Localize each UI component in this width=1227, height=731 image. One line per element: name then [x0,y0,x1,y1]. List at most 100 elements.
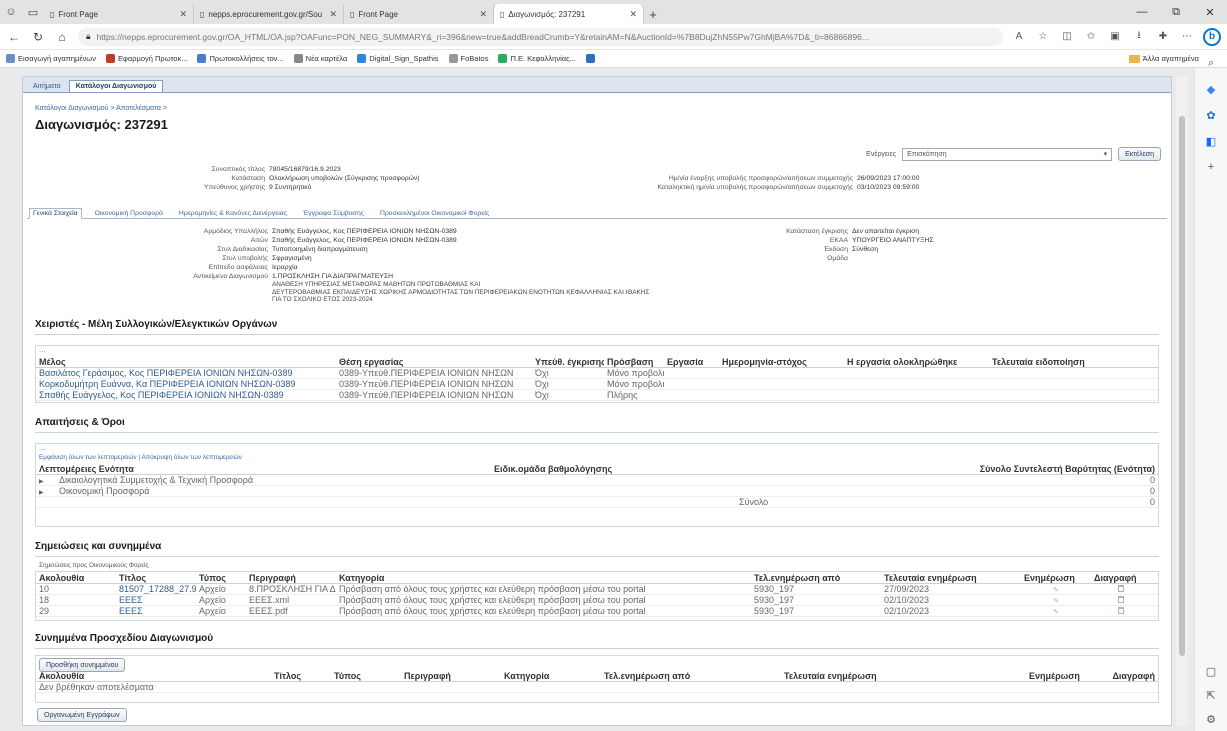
browser-profile-icon[interactable]: ☺ [0,0,22,24]
shopping-icon[interactable]: ◆ [1204,82,1218,96]
favorite-star-icon[interactable]: ☆ [1035,31,1051,42]
favorites-icon[interactable]: ✩ [1083,31,1099,42]
tender-description: ΑΝΑΘΕΣΗ ΥΠΗΡΕΣΙΑΣ ΜΕΤΑΦΟΡΑΣ ΜΑΘΗΤΩΝ ΠΡΩΤ… [272,281,650,303]
table-row-empty: Δεν βρέθηκαν αποτελέσματα [36,682,1158,693]
tab-catalogs[interactable]: Κατάλογοι Διαγωνισμού [68,80,164,92]
table-row: ▶ Δικαιολογητικά Συμμετοχής & Τεχνική Πρ… [36,475,1158,486]
actions-select[interactable]: Επισκόπηση ▾ [902,147,1113,161]
close-icon[interactable]: ✕ [629,9,637,20]
page-scrollbar[interactable] [1176,76,1188,726]
breadcrumb[interactable]: Κατάλογοι Διαγωνισμού > Αποτελέσματα > [35,105,167,112]
back-icon[interactable]: ← [6,30,22,44]
reorder-documents-button[interactable]: Οργανωμένη Εγγράφων [37,708,127,722]
close-icon[interactable]: ✕ [479,9,487,20]
close-icon[interactable]: ✕ [329,9,337,20]
trash-icon[interactable] [1118,607,1124,614]
tab-invited-suppliers[interactable]: Προσκεκλημένοι Οικονομικοί Φορείς [377,209,492,218]
favorite-item[interactable]: Εφαρμογή Πρωτοκ... [106,54,187,63]
browser-tab[interactable]: ▯ Front Page ✕ [344,4,494,24]
favorite-item[interactable]: FoBatos [448,54,488,63]
browser-tab[interactable]: ▯ nepps.eprocurement.gov.gr/Sou ✕ [194,4,344,24]
table-header: Μέλος Θέση εργασίας Υπεύθ. έγκρισης Πρόσ… [36,356,1158,368]
outlook-icon[interactable]: ◧ [1204,134,1218,148]
favorite-item[interactable]: Εισαγωγή αγαπημένων [6,54,96,63]
scrollbar-thumb[interactable] [1179,116,1185,656]
notes-table: Ακολουθία Τίτλος Τύπος Περιγραφή Κατηγορ… [35,571,1159,621]
edit-icon[interactable]: ✎ [1053,609,1059,616]
favorite-item[interactable]: Π.Ε. Κεφαλληνίας... [498,54,576,63]
section-divider [35,334,1159,335]
tab-contract-docs[interactable]: Έγγραφα Σύμβασης [300,209,367,218]
members-section-title: Χειριστές - Μέλη Συλλογικών/Ελεγκτικών Ο… [35,319,278,330]
more-options-icon[interactable]: ... [36,346,1158,356]
close-icon[interactable]: ✕ [179,9,187,20]
window-controls: — ⧉ ✕ [1125,0,1227,24]
other-favorites[interactable]: Άλλα αγαπημένα [1128,54,1199,63]
favorite-item[interactable]: Νέα καρτέλα [293,54,347,63]
more-icon[interactable]: ⋯ [1179,31,1195,42]
collections-icon[interactable]: ▣ [1107,31,1123,42]
browser-tab-active[interactable]: ▯ Διαγωνισμός: 237291 ✕ [494,4,644,24]
minimize-icon[interactable]: — [1125,0,1159,24]
home-icon[interactable]: ⌂ [54,30,70,44]
tab-label: Διαγωνισμός: 237291 [508,9,586,19]
app-tabs: Αιτήματα Κατάλογοι Διαγωνισμού [23,77,1171,93]
tab-dates-rules[interactable]: Ημερομηνίες & Κανόνες Διενέργειας [176,209,290,218]
attachments-section-title: Συνημμένα Προσχεδίου Διαγωνισμού [35,633,214,644]
edit-icon[interactable]: ✎ [1053,598,1059,605]
page-icon: ▯ [350,9,355,19]
app-icon [106,54,116,63]
folder-icon [1128,54,1140,63]
favorites-bar: Εισαγωγή αγαπημένων Εφαρμογή Πρωτοκ... Π… [0,50,1227,68]
tools-icon[interactable]: ✿ [1204,108,1218,122]
favorite-item[interactable]: Digital_Sign_Spathis [357,54,439,63]
external-link-icon[interactable]: ⇱ [1204,688,1218,702]
split-screen-icon[interactable]: ◫ [1059,31,1075,42]
page-icon [293,54,303,63]
browser-tab[interactable]: ▯ Front Page ✕ [44,4,194,24]
table-header: Ακολουθία Τίτλος Τύπος Περιγραφή Κατηγορ… [36,572,1158,584]
search-icon [197,54,207,63]
section-divider [35,648,1159,649]
expand-icon[interactable]: ▶ [39,490,44,496]
lock-icon: 🔒︎ [86,31,91,41]
attachments-table: Προσθήκη συνημμένου Ακολουθία Τίτλος Τύπ… [35,655,1159,703]
header-right-info: Ημ/νία έναρξης υποβολής προσφορών/αιτήσε… [657,175,920,191]
url-text: https://nepps.eprocurement.gov.gr/OA_HTM… [96,31,869,42]
tab-requests[interactable]: Αιτήματα [27,81,67,92]
maximize-icon[interactable]: ⧉ [1159,0,1193,24]
tab-financial-offer[interactable]: Οικονομική Προσφορά [92,209,166,218]
search-icon[interactable]: ⌕ [1204,56,1218,70]
gear-icon[interactable]: ⚙ [1204,712,1218,726]
table-row: 10 81507_17288_27.9.2023 Αρχείο 8.ΠΡΟΣΚΛ… [36,584,1158,595]
edit-icon[interactable]: ✎ [1053,587,1059,594]
refresh-icon[interactable]: ↻ [30,30,46,44]
screenshot-icon[interactable]: ▢ [1204,664,1218,678]
downloads-icon[interactable]: ⭳ [1131,28,1147,45]
new-tab-icon[interactable]: + [644,4,662,24]
expand-icon[interactable]: ▶ [39,479,44,485]
address-bar-row: ← ↻ ⌂ 🔒︎ https://nepps.eprocurement.gov.… [0,24,1227,50]
edge-sidebar: ⌕ ◆ ✿ ◧ + ▢ ⇱ ⚙ [1194,57,1227,731]
copilot-icon[interactable]: b [1203,27,1221,46]
table-row: ▶ Οικονομική Προσφορά 0 [36,486,1158,497]
table-row: Κορκοδυμήτρη Ευάννα, Κα ΠΕΡΙΦΕΡΕΙΑ ΙΟΝΙΩ… [36,379,1158,390]
url-field[interactable]: 🔒︎ https://nepps.eprocurement.gov.gr/OA_… [78,27,1003,46]
trash-icon[interactable] [1118,585,1124,592]
trash-icon[interactable] [1118,596,1124,603]
requirements-section-title: Απαιτήσεις & Όροι [35,417,125,428]
table-header: Λεπτομέρειες Ενότητα Ειδικ.ομάδα βαθμολό… [36,463,1158,475]
expand-collapse-links[interactable]: Εμφάνιση όλων των λεπτομερειών | Απόκρυψ… [36,454,1158,463]
tab-general[interactable]: Γενικά Στοιχεία [29,208,82,219]
add-icon[interactable]: + [1204,160,1218,174]
go-button[interactable]: Εκτέλεση [1118,147,1161,161]
read-aloud-icon[interactable]: A [1011,31,1027,42]
workspaces-icon[interactable]: ▭ [22,0,44,24]
gear-icon [448,54,458,63]
app-icon [585,54,595,63]
favorite-item[interactable] [585,54,595,63]
more-options-icon[interactable]: ... [36,444,1158,454]
favorite-item[interactable]: Πρωτοκολλήσεις τον... [197,54,284,63]
extensions-icon[interactable]: ✚ [1155,31,1171,42]
window-close-icon[interactable]: ✕ [1193,0,1227,24]
